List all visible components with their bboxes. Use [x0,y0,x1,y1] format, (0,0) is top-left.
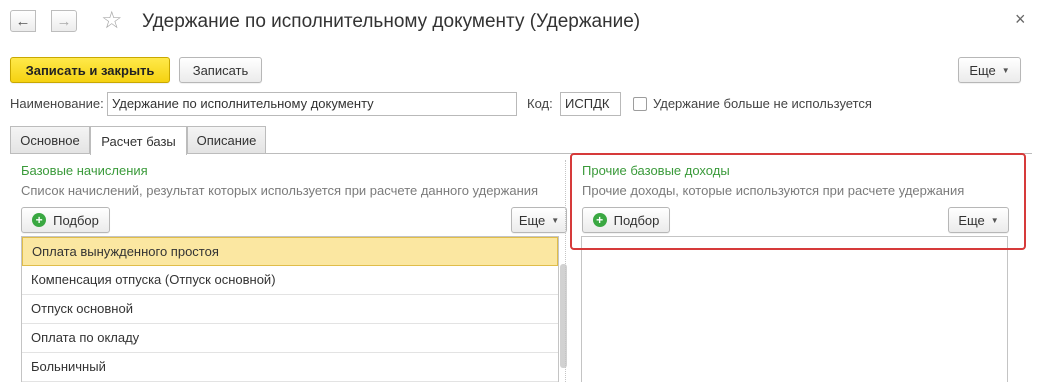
list-item[interactable]: Оплата вынужденного простоя [22,237,558,266]
favorite-star-icon[interactable]: ☆ [101,6,123,35]
base-accruals-description: Список начислений, результат которых исп… [21,183,539,198]
list-item[interactable]: Компенсация отпуска (Отпуск основной) [22,266,558,295]
save-and-close-button[interactable]: Записать и закрыть [10,57,170,83]
back-button[interactable]: ← [10,10,36,32]
name-label: Наименование: [10,96,104,111]
name-input[interactable]: Удержание по исполнительному документу [107,92,517,116]
add-icon: + [32,213,47,227]
left-pick-button[interactable]: + Подбор [21,207,110,233]
code-label: Код: [527,96,553,111]
unused-checkbox[interactable] [633,97,647,111]
left-more-label: Еще [518,212,546,228]
base-accruals-title: Базовые начисления [21,163,148,178]
other-income-list[interactable] [581,236,1008,382]
save-label: Записать [192,62,249,78]
tab-description[interactable]: Описание [187,126,266,154]
save-button[interactable]: Записать [179,57,262,83]
forward-button[interactable]: → [51,10,77,32]
caret-down-icon: ▼ [1001,65,1010,75]
panel-divider [565,160,566,382]
tab-main[interactable]: Основное [10,126,90,154]
caret-down-icon: ▼ [551,215,560,225]
arrow-right-icon: → [56,12,72,30]
save-and-close-label: Записать и закрыть [25,62,155,78]
list-item[interactable]: Оплата по окладу [22,324,558,353]
list-item[interactable]: Больничный [22,353,558,382]
close-icon[interactable]: × [1015,9,1026,30]
highlight-frame [570,153,1026,250]
more-button[interactable]: Еще ▼ [958,57,1021,83]
tab-base-calculation-label: Расчет базы [101,133,176,149]
code-input[interactable]: ИСПДК [560,92,621,116]
base-accruals-list: Оплата вынужденного простоя Компенсация … [21,236,559,382]
list-item[interactable]: Отпуск основной [22,295,558,324]
tab-description-label: Описание [196,133,257,148]
left-more-button[interactable]: Еще ▼ [511,207,567,233]
tab-main-label: Основное [20,133,80,148]
tab-base-calculation[interactable]: Расчет базы [90,126,187,155]
page-title: Удержание по исполнительному документу (… [142,11,641,32]
arrow-left-icon: ← [15,12,31,30]
left-pick-label: Подбор [53,212,99,228]
unused-checkbox-label: Удержание больше не используется [653,96,872,111]
more-label: Еще [969,62,996,78]
